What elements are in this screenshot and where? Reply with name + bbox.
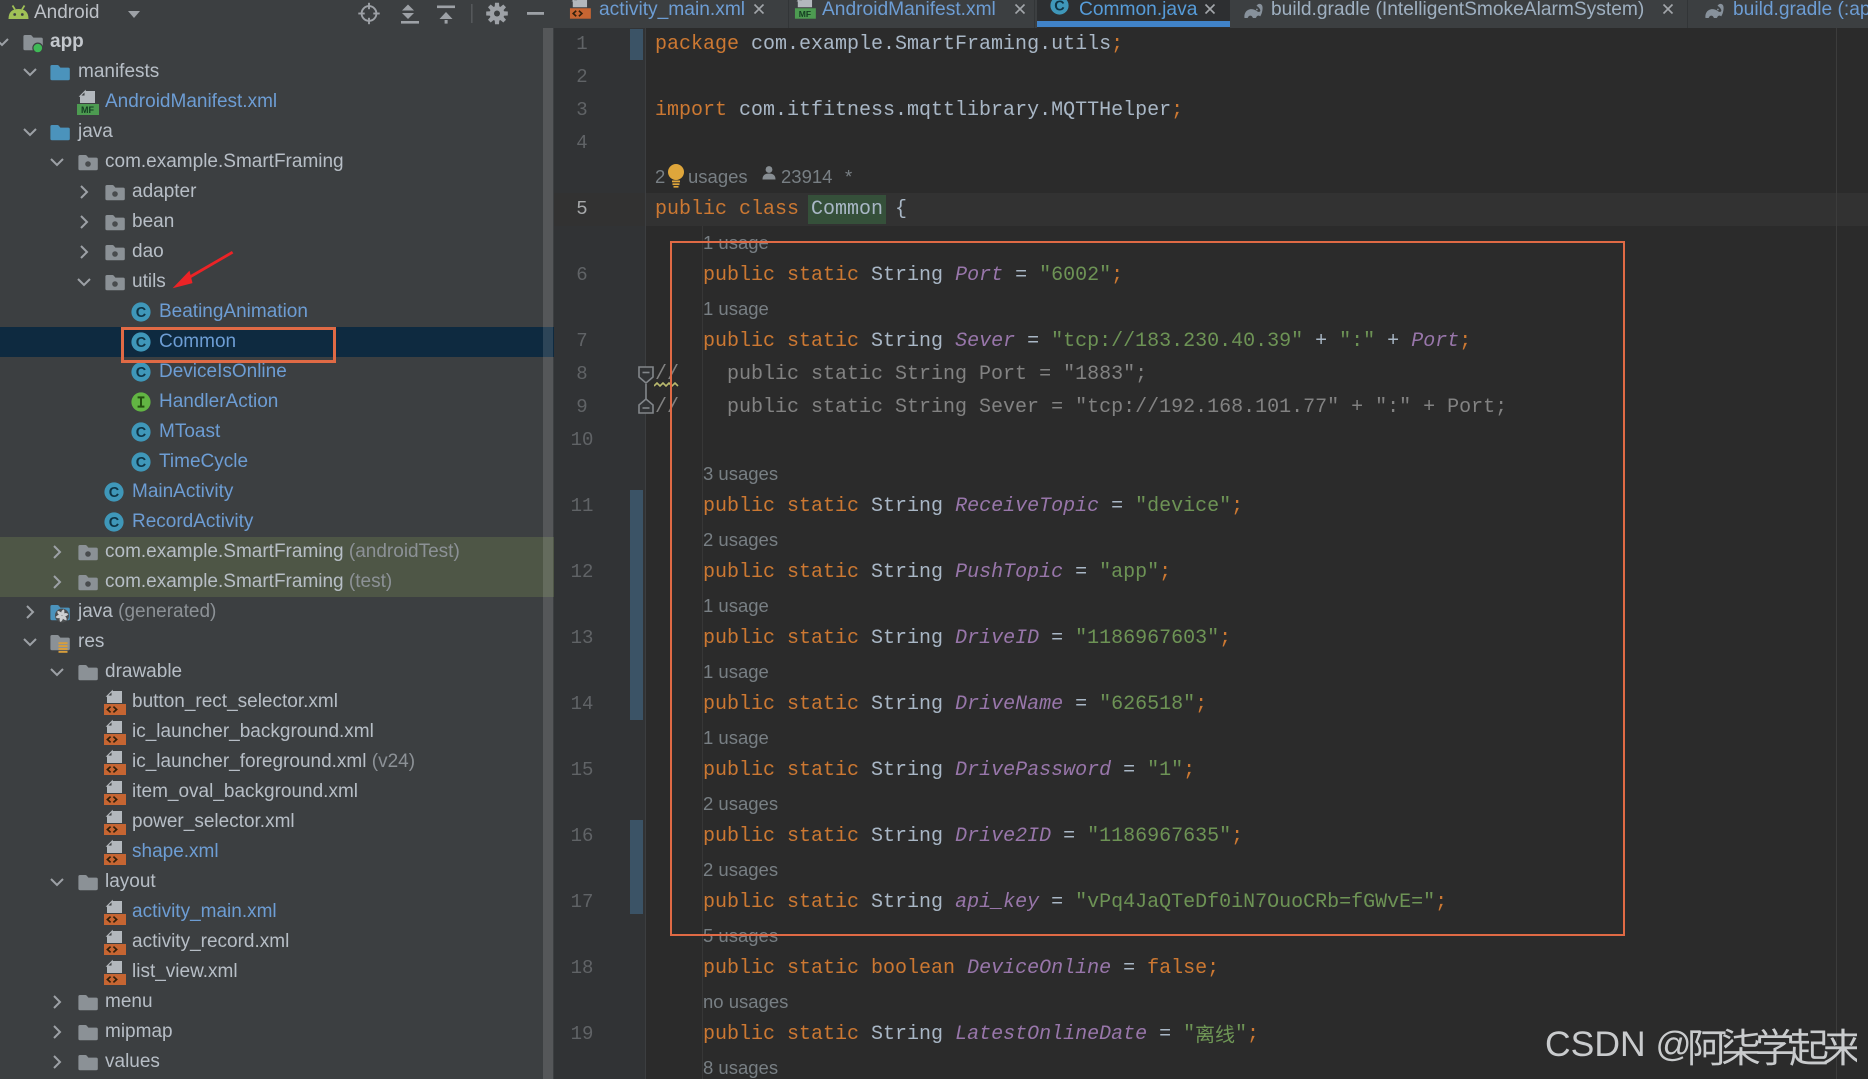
svg-text:MF: MF — [799, 9, 811, 19]
svg-text:C: C — [136, 305, 147, 321]
svg-text:C: C — [109, 485, 120, 501]
svg-text:C: C — [136, 455, 147, 471]
svg-text:C: C — [136, 425, 147, 441]
svg-text:C: C — [109, 515, 120, 531]
svg-text:MF: MF — [81, 105, 94, 115]
svg-text:C: C — [1054, 0, 1065, 15]
svg-text:C: C — [136, 365, 147, 381]
